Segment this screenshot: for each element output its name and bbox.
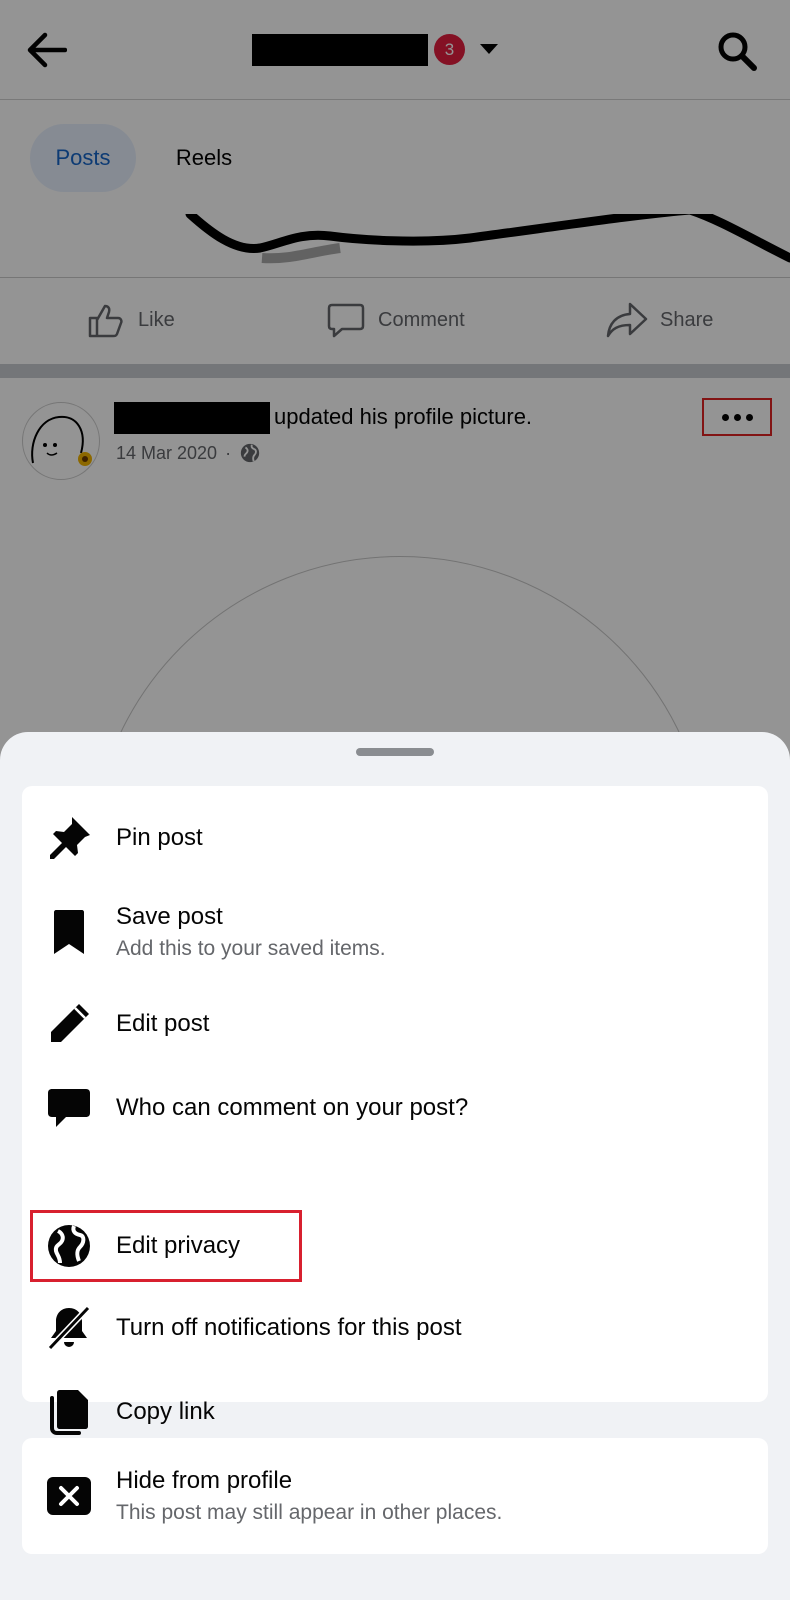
menu-item-sublabel: Add this to your saved items.: [116, 937, 386, 960]
menu-item-sublabel: This post may still appear in other plac…: [116, 1501, 503, 1524]
menu-item-label: Edit post: [116, 1010, 210, 1037]
comment-bubble-icon: [44, 1083, 94, 1133]
pin-icon: [44, 813, 94, 863]
menu-item-label: Hide from profile: [116, 1467, 293, 1494]
menu-item-who-can-comment[interactable]: Who can comment on your post?: [22, 1066, 768, 1150]
annotation-highlight-box: [30, 1210, 302, 1282]
hide-card: Hide from profile This post may still ap…: [22, 1438, 768, 1554]
menu-item-hide-from-profile[interactable]: Hide from profile This post may still ap…: [22, 1438, 768, 1554]
bell-off-icon: [44, 1303, 94, 1353]
menu-item-turn-off-notifications[interactable]: Turn off notifications for this post: [22, 1286, 768, 1370]
bookmark-icon: [44, 907, 94, 957]
menu-item-edit-post[interactable]: Edit post: [22, 982, 768, 1066]
menu-item-label: Who can comment on your post?: [116, 1094, 469, 1121]
post-options-sheet: Pin post Save post Add this to your save…: [0, 732, 790, 1600]
options-card: Pin post Save post Add this to your save…: [22, 786, 768, 1435]
menu-item-pin-post[interactable]: Pin post: [22, 800, 768, 876]
menu-item-label: Pin post: [116, 824, 203, 851]
menu-item-label: Save post: [116, 903, 223, 930]
menu-item-label: Turn off notifications for this post: [116, 1314, 462, 1341]
copy-icon: [44, 1387, 94, 1437]
close-box-icon: [44, 1471, 94, 1521]
menu-item-label: Copy link: [116, 1398, 215, 1425]
sheet-drag-handle[interactable]: [356, 748, 434, 756]
pencil-icon: [44, 999, 94, 1049]
menu-item-save-post[interactable]: Save post Add this to your saved items.: [22, 882, 768, 982]
